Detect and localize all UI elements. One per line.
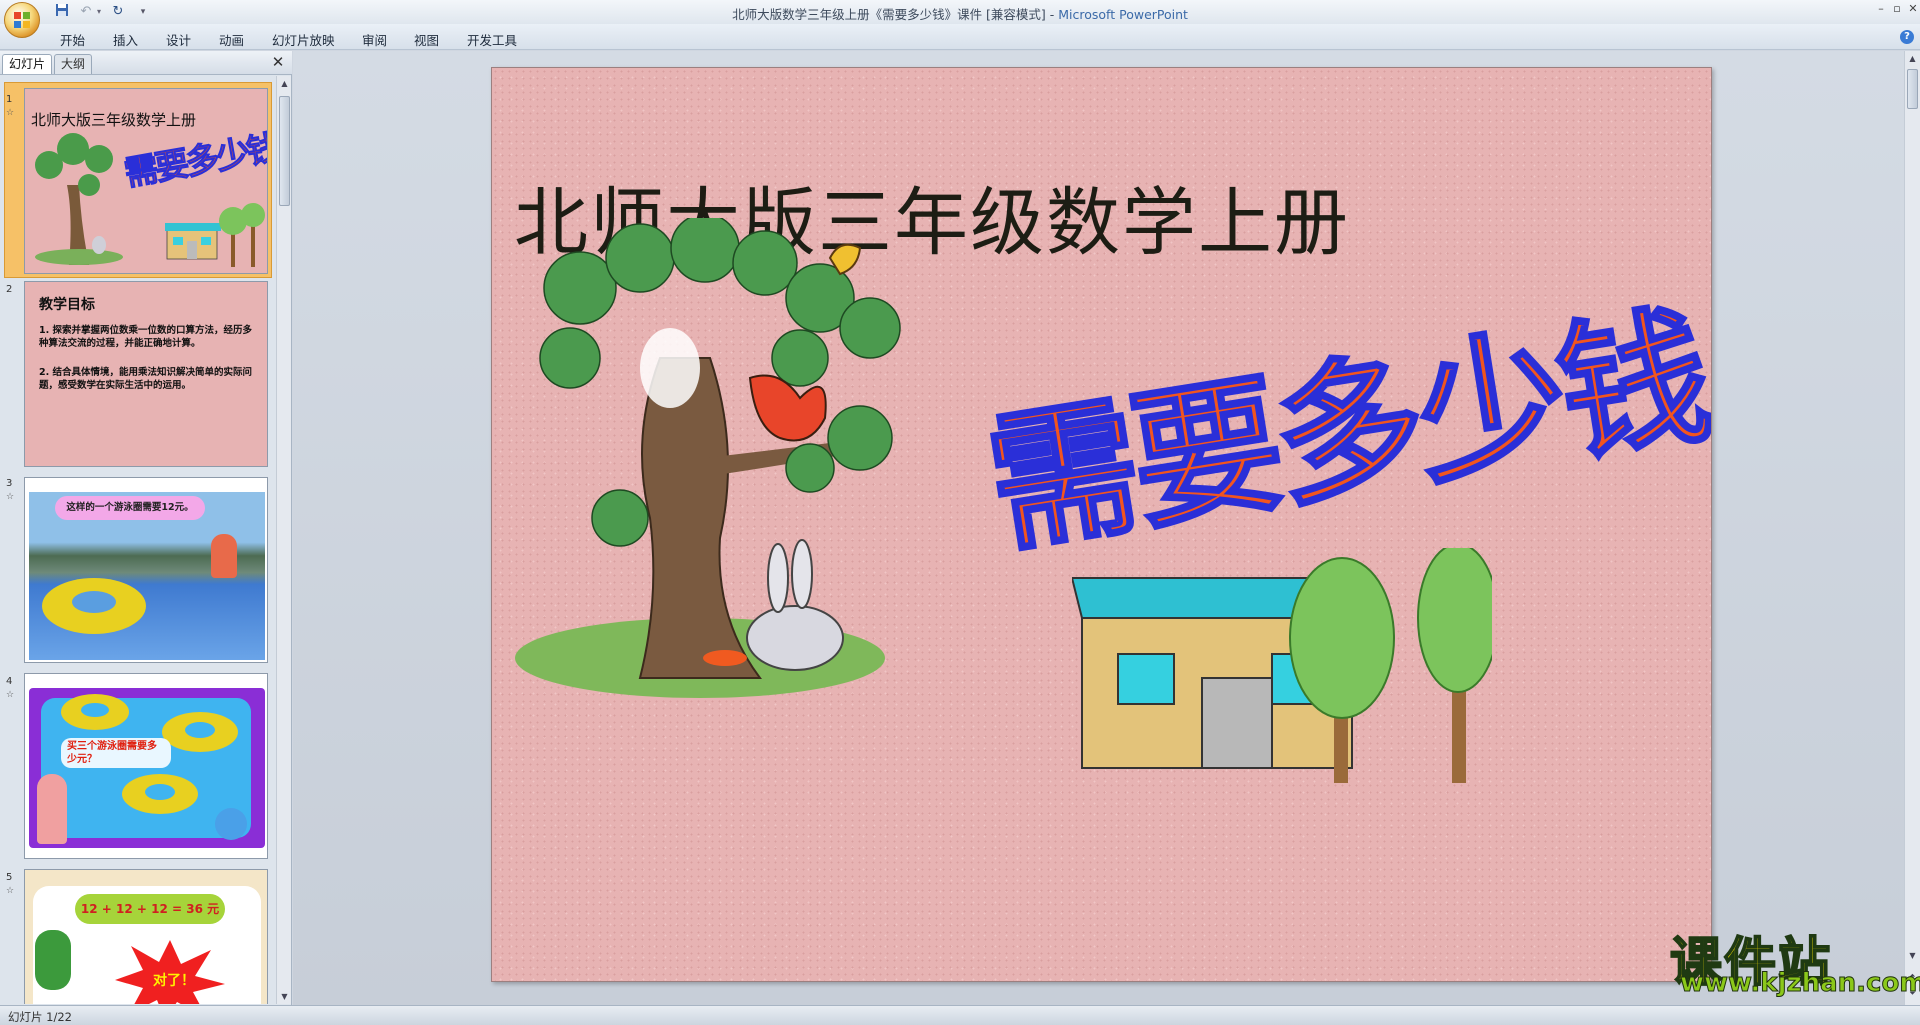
scroll-up-icon[interactable]: ▲ xyxy=(277,76,292,91)
maximize-icon[interactable]: ▫ xyxy=(1890,2,1904,16)
tree-illustration-icon xyxy=(35,133,123,265)
animation-star-icon: ☆ xyxy=(6,886,15,896)
thumbnail-slide-2[interactable]: 教学目标 1. 探索并掌握两位数乘一位数的口算方法，经历多种算法交流的过程，并能… xyxy=(24,281,268,467)
scroll-up-icon[interactable]: ▲ xyxy=(1905,51,1920,66)
tab-slides[interactable]: 幻灯片 xyxy=(2,54,53,74)
help-icon[interactable]: ? xyxy=(1900,30,1914,44)
slide-editing-area: 北师大版三年级数学上册 需要多少钱 xyxy=(293,51,1904,1005)
girl-figure xyxy=(211,534,237,578)
tab-developer[interactable]: 开发工具 xyxy=(467,30,517,49)
tab-outline[interactable]: 大纲 xyxy=(54,54,93,74)
tab-design[interactable]: 设计 xyxy=(166,30,191,49)
thumb3-bubble: 这样的一个游泳圈需要12元。 xyxy=(55,496,205,520)
ribbon-tabs: 开始 插入 设计 动画 幻灯片放映 审阅 视图 开发工具 ? xyxy=(0,24,1920,50)
thumbnail-number: 2 xyxy=(6,284,13,295)
slides-pane-scrollbar[interactable]: ▲ ▼ xyxy=(276,76,291,1004)
thumbnail-slide-4[interactable]: 买三个游泳圈需要多少元？ xyxy=(24,673,268,859)
scroll-down-icon[interactable]: ▼ xyxy=(277,989,292,1004)
title-bar: ↶ ▾ ↻ ▾ 北师大版数学三年级上册《需要多少钱》课件 [兼容模式] - Mi… xyxy=(0,0,1920,38)
tab-home[interactable]: 开始 xyxy=(60,30,85,49)
swim-ring-icon xyxy=(42,578,146,634)
scroll-down-icon[interactable]: ▼ xyxy=(1905,948,1920,963)
slides-pane: 幻灯片 大纲 ✕ 1 ☆ 北师大版三年级数学上册 需要多少钱 2 教学目标 1.… xyxy=(0,51,292,1005)
thumbnail-number: 4 xyxy=(6,676,13,687)
window-title: 北师大版数学三年级上册《需要多少钱》课件 [兼容模式] - Microsoft … xyxy=(732,7,1188,22)
thumb2-item-1: 1. 探索并掌握两位数乘一位数的口算方法，经历多种算法交流的过程，并能正确地计算… xyxy=(39,325,253,349)
tab-insert[interactable]: 插入 xyxy=(113,30,138,49)
minimize-icon[interactable]: – xyxy=(1874,2,1888,16)
scrollbar-thumb[interactable] xyxy=(279,96,290,206)
slide-counter: 幻灯片 1/22 xyxy=(8,1010,72,1024)
close-icon[interactable]: ✕ xyxy=(1906,2,1920,16)
office-button[interactable] xyxy=(4,2,40,38)
current-slide[interactable]: 北师大版三年级数学上册 需要多少钱 xyxy=(491,67,1712,982)
scrollbar-thumb[interactable] xyxy=(1907,69,1918,109)
watermark-url: www.kjzhan.com xyxy=(1679,968,1920,999)
tree-illustration-icon xyxy=(515,218,901,698)
tab-animations[interactable]: 动画 xyxy=(219,30,244,49)
pane-tabs: 幻灯片 大纲 ✕ xyxy=(0,51,292,75)
boy-figure xyxy=(37,774,67,844)
slide-title[interactable]: 需要多少钱 xyxy=(972,255,1711,582)
tab-slideshow[interactable]: 幻灯片放映 xyxy=(272,30,335,49)
house-illustration-icon xyxy=(1072,548,1492,783)
thumb2-heading: 教学目标 xyxy=(39,297,95,313)
tab-view[interactable]: 视图 xyxy=(414,30,439,49)
app-name: Microsoft PowerPoint xyxy=(1058,7,1188,22)
tab-review[interactable]: 审阅 xyxy=(362,30,387,49)
thumb5-equation: 12 + 12 + 12 = 36 元 xyxy=(75,894,225,924)
main-scrollbar[interactable]: ▲ ▼ ⏶ ⏷ xyxy=(1904,51,1920,1005)
thumbnail-number: 1 xyxy=(6,94,13,105)
thumb1-title: 需要多少钱 xyxy=(121,127,268,195)
close-pane-icon[interactable]: ✕ xyxy=(270,54,286,70)
animation-star-icon: ☆ xyxy=(6,690,15,700)
animation-star-icon: ☆ xyxy=(6,108,15,118)
thumbnail-slide-1[interactable]: 北师大版三年级数学上册 需要多少钱 xyxy=(24,88,268,274)
thumbnail-number: 3 xyxy=(6,478,13,489)
house-illustration-icon xyxy=(165,203,265,267)
thumb4-bubble: 买三个游泳圈需要多少元？ xyxy=(61,738,171,768)
kid-figure xyxy=(35,930,71,990)
animation-star-icon: ☆ xyxy=(6,492,15,502)
status-bar: 幻灯片 1/22 xyxy=(0,1005,1920,1025)
thumb5-burst: 对了！ xyxy=(153,973,195,989)
thumbnail-list: 1 ☆ 北师大版三年级数学上册 需要多少钱 2 教学目标 1. 探索并掌握两位数… xyxy=(0,76,276,1004)
thumbnail-number: 5 xyxy=(6,872,13,883)
thumb2-item-2: 2. 结合具体情境，能用乘法知识解决简单的实际问题，感受数学在实际生活中的运用。 xyxy=(39,367,253,391)
thumbnail-slide-5[interactable]: 12 + 12 + 12 = 36 元 对了！ xyxy=(24,869,268,1004)
office-logo-icon xyxy=(14,12,30,28)
thumbnail-slide-3[interactable]: 这样的一个游泳圈需要12元。 xyxy=(24,477,268,663)
